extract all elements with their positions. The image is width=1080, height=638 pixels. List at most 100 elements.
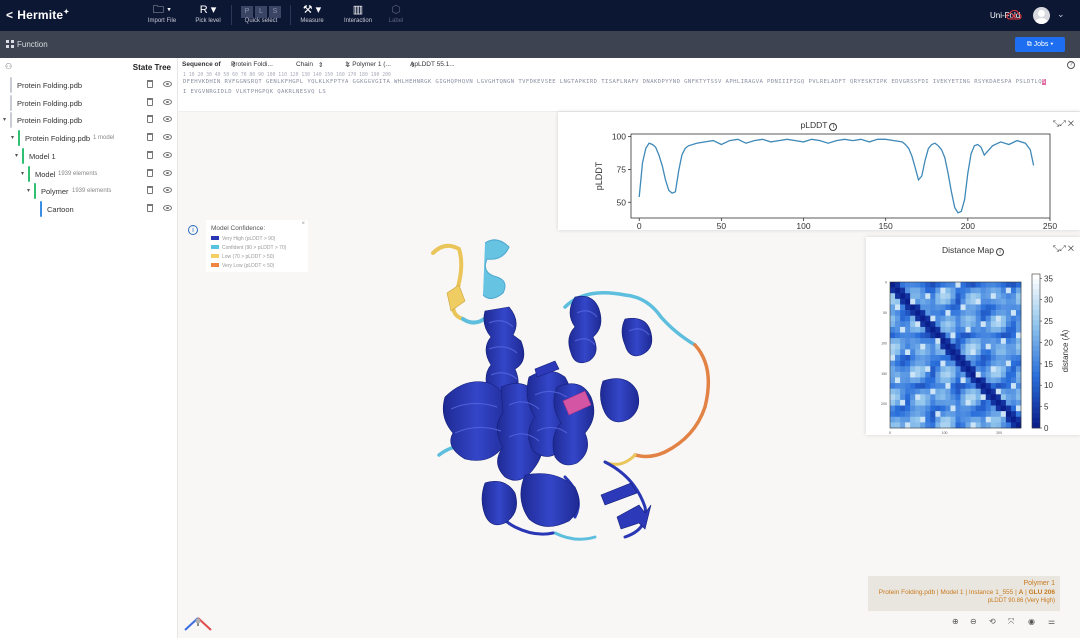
eye-icon[interactable] xyxy=(163,134,172,141)
colorbar-segment xyxy=(1032,330,1040,336)
quick-select-s[interactable]: S xyxy=(269,6,281,18)
heatmap-cell xyxy=(1010,304,1017,311)
expand-toggle-icon[interactable]: ▾ xyxy=(21,170,24,177)
heatmap-cell xyxy=(930,383,936,389)
sequence-line-1[interactable]: DFEHVKDHIN RVFGGNSRQT GENLKFHGPL YQLKLKF… xyxy=(183,79,1046,85)
expand-toggle-icon[interactable]: ▾ xyxy=(11,134,14,141)
select-caret-icon: ⇕ xyxy=(318,62,324,69)
trash-icon[interactable] xyxy=(147,80,153,88)
fullscreen-icon[interactable]: ⤧ xyxy=(1008,617,1014,627)
heatmap-cell xyxy=(955,349,961,356)
tree-row[interactable]: Protein Folding.pdb xyxy=(0,76,178,94)
close-icon[interactable]: × xyxy=(301,221,305,227)
heatmap-cell xyxy=(1015,298,1022,305)
heatmap-cell xyxy=(935,377,941,384)
expand-toggle-icon[interactable]: ▾ xyxy=(27,187,30,194)
heatmap-cell xyxy=(935,326,941,333)
heatmap-cell xyxy=(980,315,987,322)
expand-toggle-icon[interactable]: ▾ xyxy=(15,152,18,159)
eye-icon[interactable] xyxy=(163,98,172,105)
trash-icon[interactable] xyxy=(147,97,153,106)
distance-map-panel: Distance Map i ⤡⤢ ✕ 0 5 10 15 20 25 30 35 distanc… xyxy=(866,237,1080,435)
heatmap-cell xyxy=(1015,310,1022,316)
eye-icon[interactable] xyxy=(163,116,172,123)
tree-row[interactable]: ▾ Model 1939 elements xyxy=(0,165,178,183)
heatmap-cell xyxy=(965,377,971,384)
heatmap-cell xyxy=(935,315,941,322)
tree-row[interactable]: ▾ Model 1 xyxy=(0,147,178,165)
sequence-line-2[interactable]: I EVGVNRGIDLD VLKTPHGPQK QAKRLNESVQ LS xyxy=(183,89,326,95)
heatmap-cell xyxy=(965,315,971,322)
import-file-button[interactable]: 🗀 ▾ Import File xyxy=(145,3,179,24)
zoom-in-icon[interactable]: ⊕ xyxy=(952,617,959,626)
heatmap-cell xyxy=(920,377,926,384)
measure-button[interactable]: ⚒ ▾ Measure xyxy=(296,3,328,24)
heatmap-cell xyxy=(975,343,981,350)
jobs-button[interactable]: ⧉ Jobs ▾ xyxy=(1015,37,1065,52)
heatmap-cell xyxy=(960,383,966,389)
trash-icon[interactable] xyxy=(147,133,153,142)
label-button[interactable]: ⬡ Label xyxy=(384,3,408,24)
sequence-line-1-text[interactable]: DFEHVKDHIN RVFGGNSRQT GENLKFHGPL YQLKLKF… xyxy=(183,79,1042,85)
pick-level-button[interactable]: R ▾ Pick level xyxy=(192,3,224,24)
heatmap-cell xyxy=(980,360,987,367)
interaction-button[interactable]: ▥ Interaction xyxy=(340,3,376,24)
confidence-legend: i Model Confidence: × Very High (pLDDT >… xyxy=(186,220,308,272)
expand-toggle-icon[interactable]: ▾ xyxy=(3,116,6,123)
tree-row[interactable]: ▾ Protein Folding.pdb xyxy=(0,111,178,129)
heatmap-cell xyxy=(935,383,941,389)
heatmap-cell xyxy=(945,326,951,333)
heatmap-cell xyxy=(980,422,987,429)
quick-select-button[interactable]: P L S Quick select xyxy=(238,3,284,24)
heatmap-cell xyxy=(890,326,896,333)
heatmap-cell xyxy=(905,355,911,361)
tree-row[interactable]: ▾ Protein Folding.pdb 1 model xyxy=(0,129,178,147)
quick-select-l[interactable]: L xyxy=(255,6,267,18)
eye-icon[interactable] xyxy=(163,204,172,211)
trash-icon[interactable] xyxy=(147,168,153,177)
trash-icon[interactable] xyxy=(147,115,153,124)
eye-icon[interactable] xyxy=(163,81,172,87)
heatmap-cell xyxy=(1005,360,1012,367)
heatmap-cell xyxy=(1000,304,1007,311)
heatmap-cell xyxy=(905,287,911,294)
reset-view-icon[interactable]: ⟲ xyxy=(989,617,996,626)
brand[interactable]: < Hermite✦ xyxy=(6,8,69,22)
back-chevron-icon[interactable]: < xyxy=(6,8,13,22)
y-tick-label: 200 xyxy=(881,402,887,406)
zoom-out-icon[interactable]: ⊖ xyxy=(970,617,977,626)
heatmap-cell xyxy=(995,304,1002,311)
selected-residue[interactable]: S xyxy=(1042,79,1046,85)
function-menu[interactable]: Function xyxy=(6,40,48,49)
info-icon[interactable]: i xyxy=(188,225,198,235)
heatmap-cell xyxy=(915,298,921,305)
heatmap-cell xyxy=(980,321,987,328)
screenshot-icon[interactable]: ◉ xyxy=(1028,617,1035,626)
quick-select-p[interactable]: P xyxy=(241,6,253,18)
eye-icon[interactable] xyxy=(163,187,172,194)
heatmap-cell xyxy=(970,371,976,378)
eye-icon[interactable] xyxy=(163,169,172,176)
chevron-down-icon[interactable]: ⌄ xyxy=(1057,9,1065,20)
legend-item: Low (70 > pLDDT > 50) xyxy=(211,254,274,260)
cloud-icon[interactable] xyxy=(1006,9,1022,21)
avatar[interactable] xyxy=(1033,7,1050,24)
heatmap-cell xyxy=(970,399,976,406)
tree-row[interactable]: Cartoon xyxy=(0,200,178,218)
heatmap-cell xyxy=(975,298,981,305)
heatmap-cell xyxy=(1005,366,1012,373)
tree-row[interactable]: Protein Folding.pdb xyxy=(0,94,178,112)
eye-icon[interactable] xyxy=(163,151,172,158)
protein-cartoon[interactable] xyxy=(425,237,725,543)
heatmap-cell xyxy=(935,399,941,406)
tree-row[interactable]: ▾ Polymer 1939 elements xyxy=(0,182,178,200)
trash-icon[interactable] xyxy=(147,203,153,212)
settings-icon[interactable]: ⚌ xyxy=(1048,617,1055,626)
heatmap-cell xyxy=(945,383,951,389)
tree-icon[interactable]: ⚇ xyxy=(5,62,12,71)
heatmap-cell xyxy=(955,371,961,378)
help-icon[interactable]: ? xyxy=(1067,61,1075,69)
heatmap-cell xyxy=(925,338,931,345)
trash-icon[interactable] xyxy=(147,150,153,159)
trash-icon[interactable] xyxy=(147,186,153,195)
